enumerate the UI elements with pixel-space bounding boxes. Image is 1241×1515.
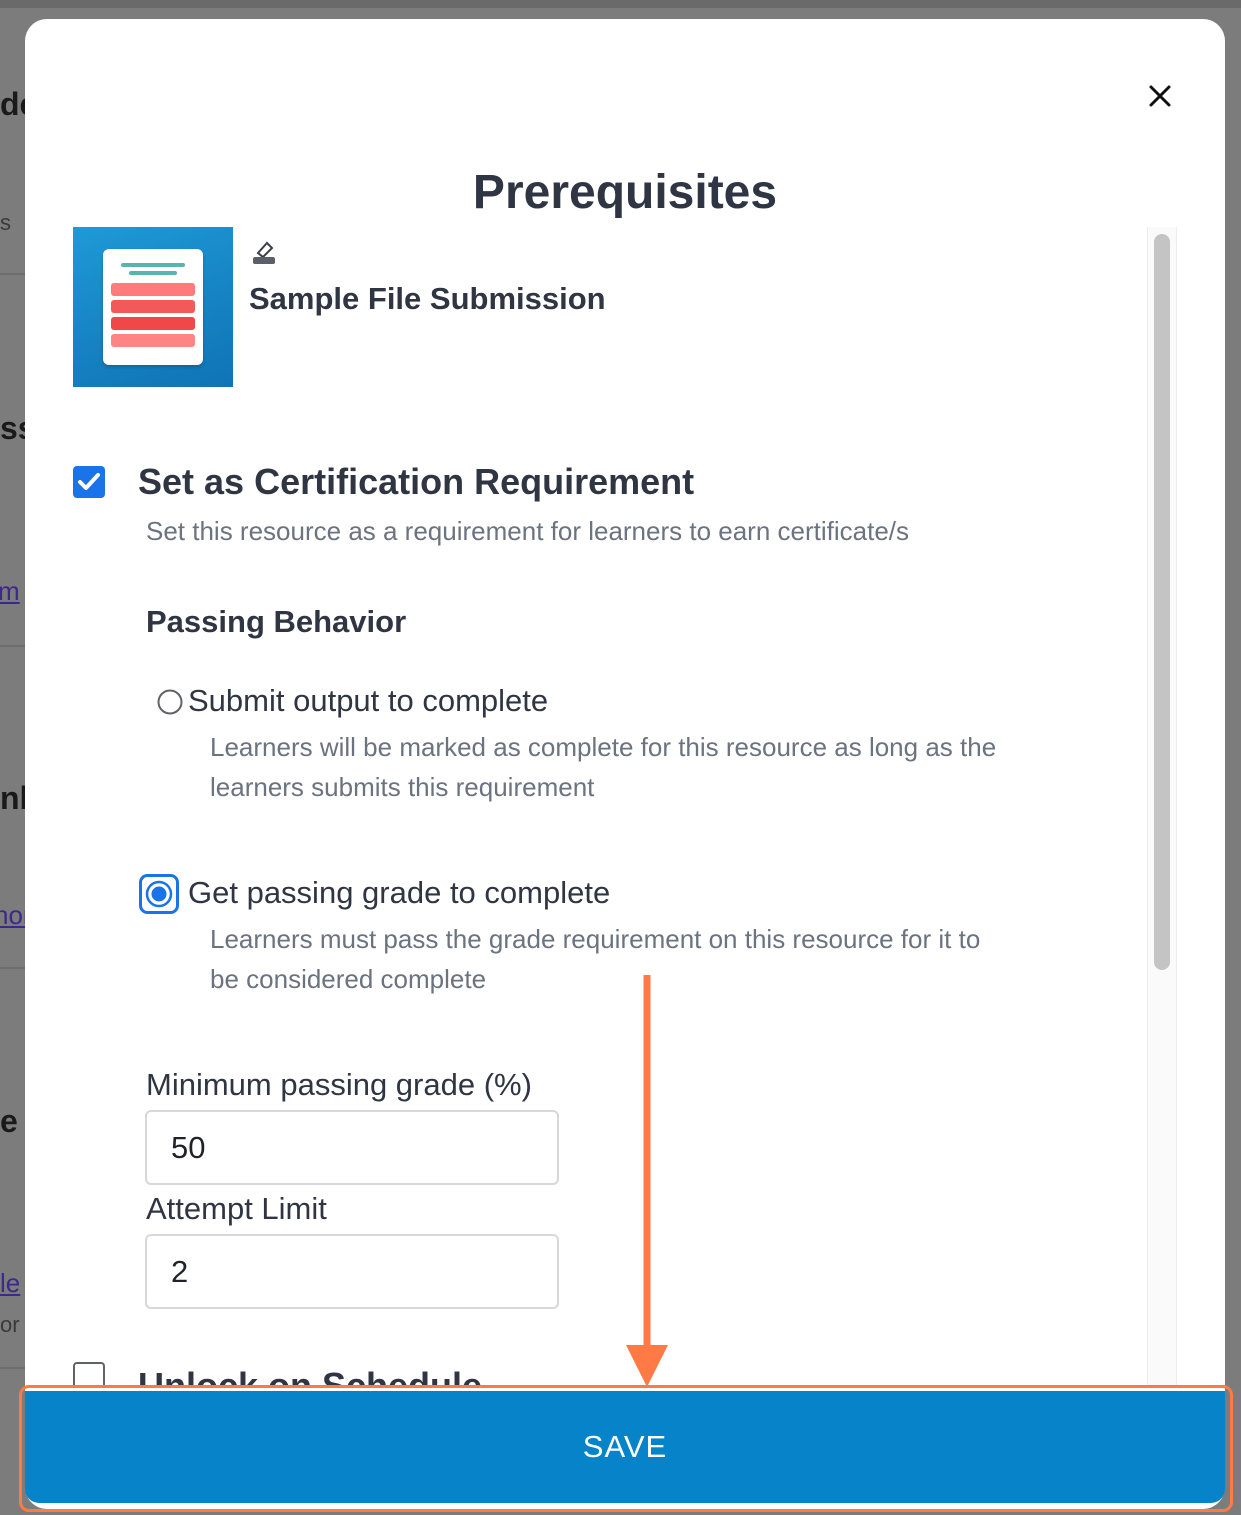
checkmark-icon [78,473,100,490]
modal-title: Prerequisites [472,166,778,219]
passing-grade-description: Learners must pass the grade requirement… [210,924,981,954]
attempt-limit-label: Attempt Limit [146,1191,327,1226]
passing-grade-label[interactable]: Get passing grade to complete [188,875,610,911]
submit-output-radio[interactable] [157,689,183,720]
background-link: m [0,576,20,606]
edit-icon[interactable] [249,237,279,267]
background-divider [0,645,28,647]
certification-requirement-description: Set this resource as a requirement for l… [146,516,910,546]
close-icon [1149,85,1171,107]
background-divider [0,1367,28,1369]
modal-content: Sample File Submission Set as Certificat… [73,227,1177,1387]
passing-grade-description: be considered complete [210,964,487,994]
resource-thumbnail [73,227,233,387]
min-grade-label: Minimum passing grade (%) [146,1067,532,1102]
prerequisites-modal: Prerequisites Sample File Submission Set… [25,19,1225,1509]
background-topbar [0,0,1241,8]
close-button[interactable] [1143,79,1177,113]
certification-requirement-title[interactable]: Set as Certification Requirement [138,461,694,503]
background-text: e [0,1103,18,1139]
background-text: s [0,210,11,235]
submit-output-description: learners submits this requirement [210,772,595,802]
certification-requirement-checkbox[interactable] [73,466,105,498]
save-button[interactable]: SAVE [25,1391,1225,1503]
submit-output-description: Learners will be marked as complete for … [210,732,997,762]
min-grade-input[interactable] [145,1110,559,1185]
background-link: le [0,1268,21,1298]
passing-behavior-title: Passing Behavior [146,604,407,639]
unlock-schedule-checkbox[interactable] [73,1362,105,1387]
submit-output-label[interactable]: Submit output to complete [188,683,548,719]
attempt-limit-input[interactable] [145,1234,559,1309]
resource-title: Sample File Submission [249,281,606,316]
unlock-schedule-title[interactable]: Unlock on Schedule [138,1365,482,1387]
background-divider [0,273,28,275]
background-divider [0,967,28,969]
document-icon [103,249,203,365]
passing-grade-radio[interactable] [139,874,179,919]
background-text: or [0,1312,20,1337]
